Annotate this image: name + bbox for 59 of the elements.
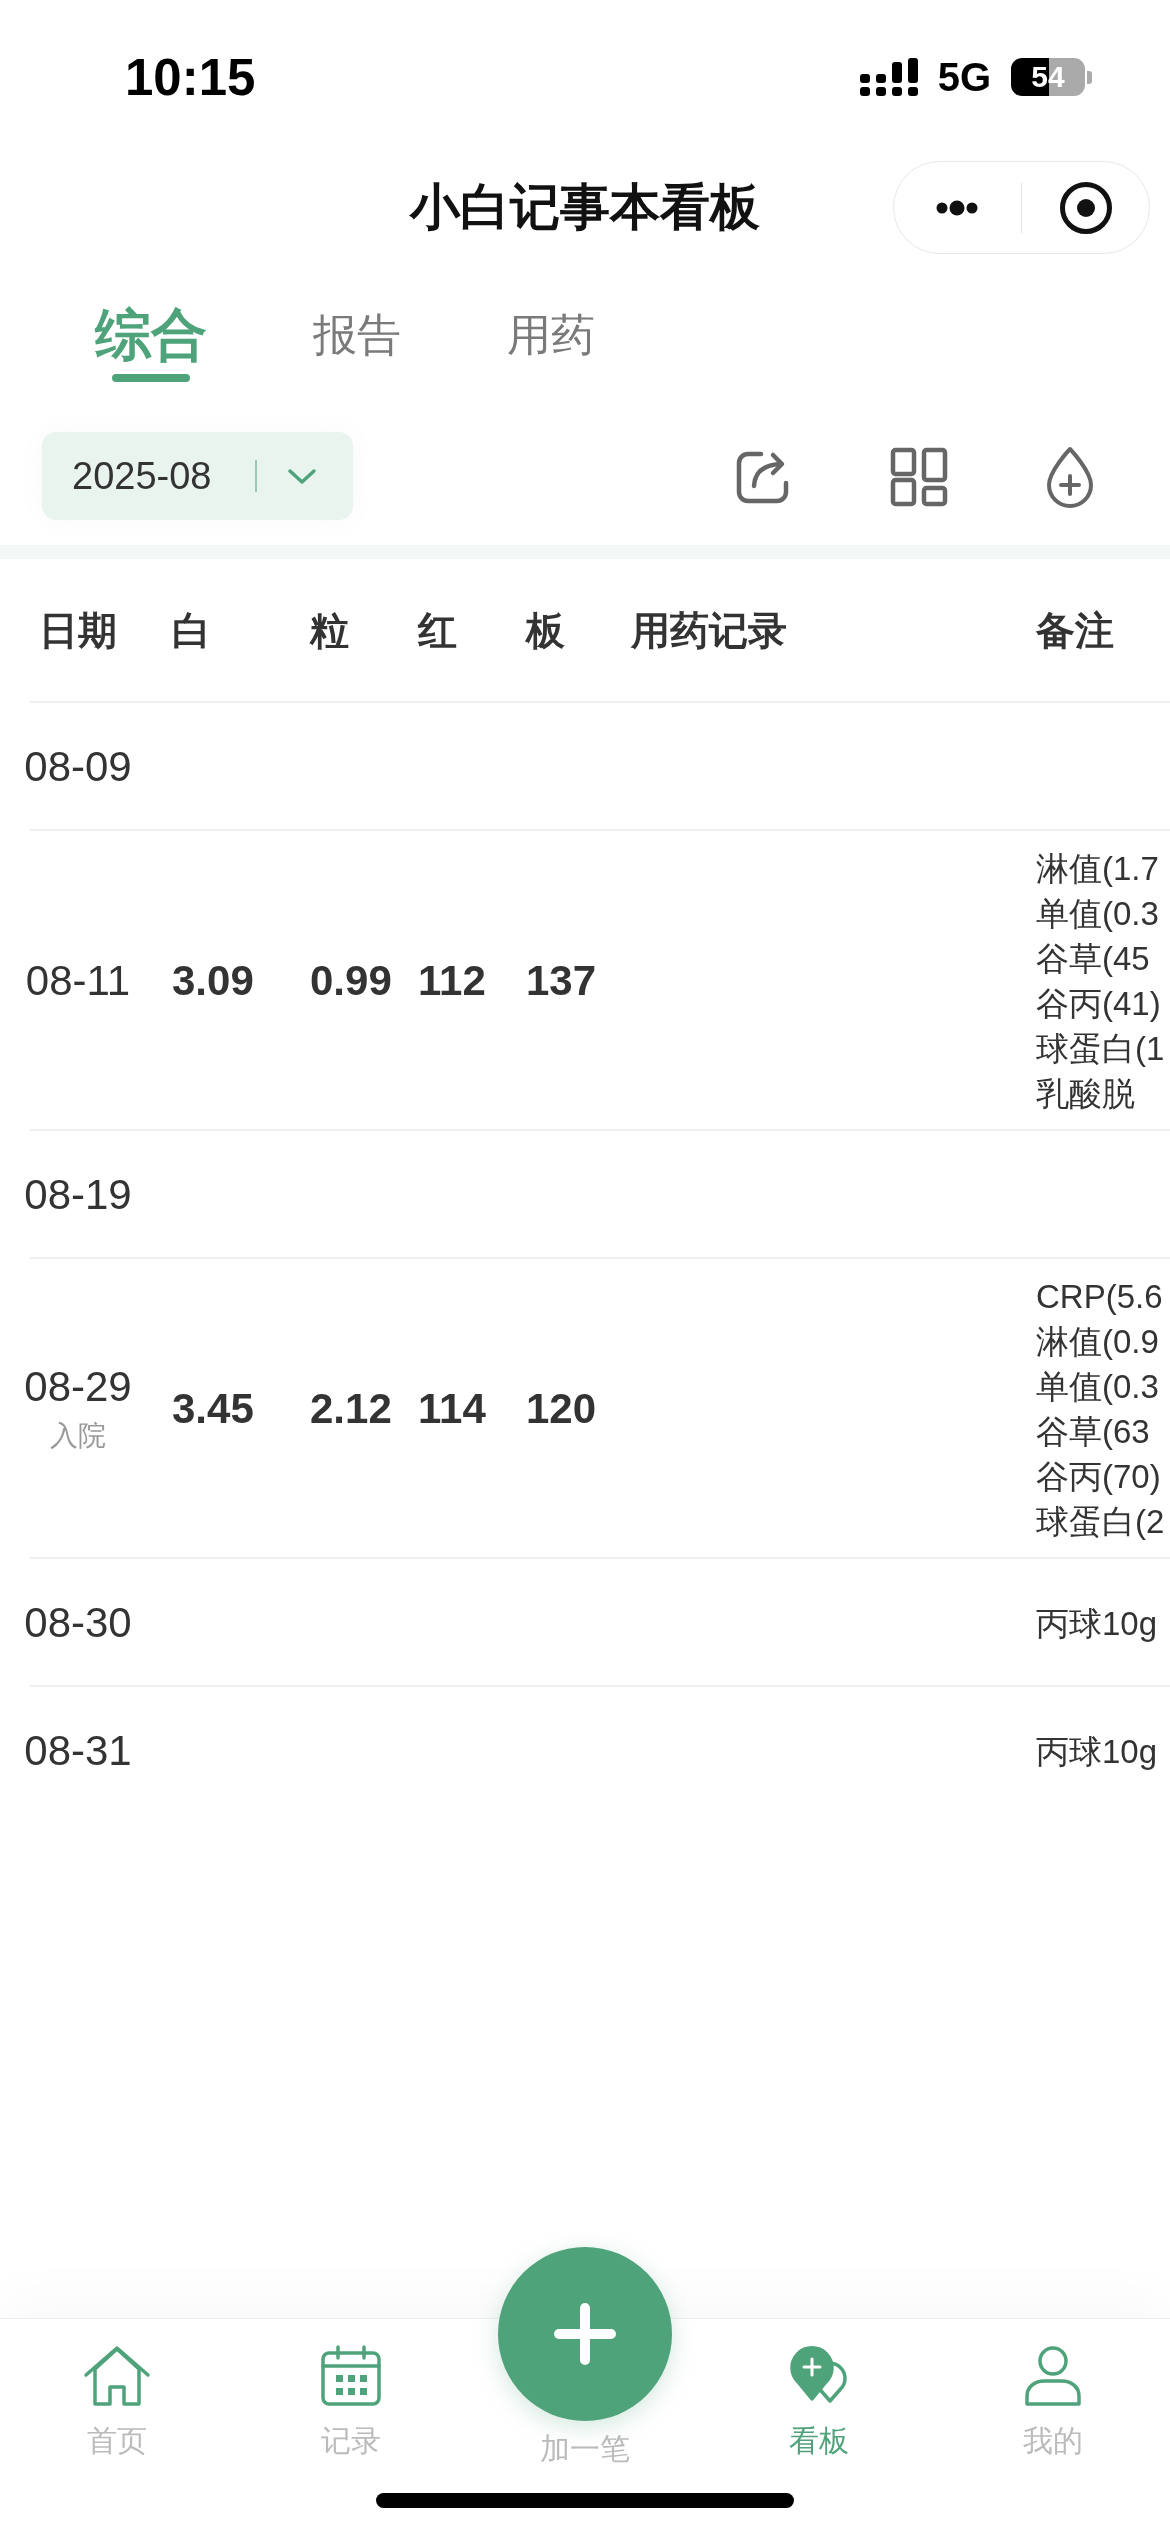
month-picker[interactable]: 2025-08 — [42, 432, 353, 520]
row-date: 08-11 — [25, 957, 131, 1005]
nav-tab[interactable]: 首页 — [83, 2319, 151, 2462]
column-header: 用药记录 — [631, 608, 788, 654]
note-line: 单值(0.3 — [1036, 1367, 1159, 1407]
note-line: 淋值(1.7 — [1036, 849, 1159, 889]
more-icon — [936, 199, 979, 216]
nav-tab[interactable]: 看板 — [788, 2319, 850, 2462]
note-line: 淋值(0.9 — [1036, 1322, 1159, 1362]
row-date: 08-19 — [24, 1171, 132, 1219]
nav-tab[interactable]: 我的 — [1022, 2319, 1084, 2462]
signal-icon — [859, 58, 918, 96]
note-line: 单值(0.3 — [1036, 894, 1159, 934]
row-date: 08-30 — [24, 1599, 132, 1647]
note-line: 谷草(45 — [1036, 939, 1150, 979]
note-line: 丙球10g — [1036, 1731, 1158, 1772]
value-cell: 0.99 — [310, 957, 392, 1005]
calendar-icon — [320, 2345, 382, 2407]
row-date: 08-29 — [24, 1363, 132, 1411]
tab[interactable]: 综合 — [95, 302, 207, 382]
tab[interactable]: 用药 — [507, 302, 595, 382]
row-date: 08-09 — [24, 743, 132, 791]
chevron-down-icon — [287, 467, 318, 485]
value-cell: 3.09 — [172, 957, 254, 1005]
grid-icon — [890, 447, 948, 507]
user-icon — [1022, 2345, 1084, 2407]
home-icon — [83, 2345, 151, 2407]
status-time: 10:15 — [125, 47, 256, 107]
layout-button[interactable] — [890, 447, 948, 507]
value-cell: 114 — [418, 1385, 486, 1433]
value-cell: 137 — [526, 957, 597, 1005]
column-header: 白 — [172, 608, 212, 654]
note-line: 谷草(63 — [1036, 1412, 1150, 1452]
value-cell: 2.12 — [310, 1385, 392, 1433]
page-title: 小白记事本看板 — [410, 178, 760, 237]
note-line: 乳酸脱 — [1036, 1074, 1135, 1114]
value-cell: 3.45 — [172, 1385, 254, 1433]
column-header: 红 — [418, 608, 458, 654]
note-line: 球蛋白(2 — [1036, 1502, 1165, 1542]
column-header: 日期 — [39, 608, 117, 654]
note-line: CRP(5.6 — [1036, 1277, 1163, 1317]
note-line: 球蛋白(1 — [1036, 1029, 1165, 1069]
add-entry-button[interactable]: 加一笔 — [498, 2247, 672, 2470]
nav-tab[interactable]: 记录 — [320, 2319, 382, 2462]
admission-tag: 入院 — [50, 1417, 106, 1455]
tab[interactable]: 报告 — [313, 302, 401, 382]
column-header: 备注 — [1036, 608, 1115, 654]
network-label: 5G — [937, 54, 991, 100]
drop-plus-icon — [1045, 446, 1095, 508]
add-drop-button[interactable] — [1045, 446, 1095, 508]
note-line: 谷丙(41) — [1036, 984, 1161, 1024]
note-line: 丙球10g — [1036, 1603, 1158, 1644]
target-icon — [1058, 180, 1113, 235]
value-cell: 112 — [418, 957, 486, 1005]
column-header: 粒 — [310, 608, 350, 654]
note-line: 谷丙(70) — [1036, 1457, 1161, 1497]
value-cell: 120 — [526, 1385, 597, 1433]
row-date: 08-31 — [24, 1727, 132, 1775]
column-header: 板 — [526, 608, 566, 654]
